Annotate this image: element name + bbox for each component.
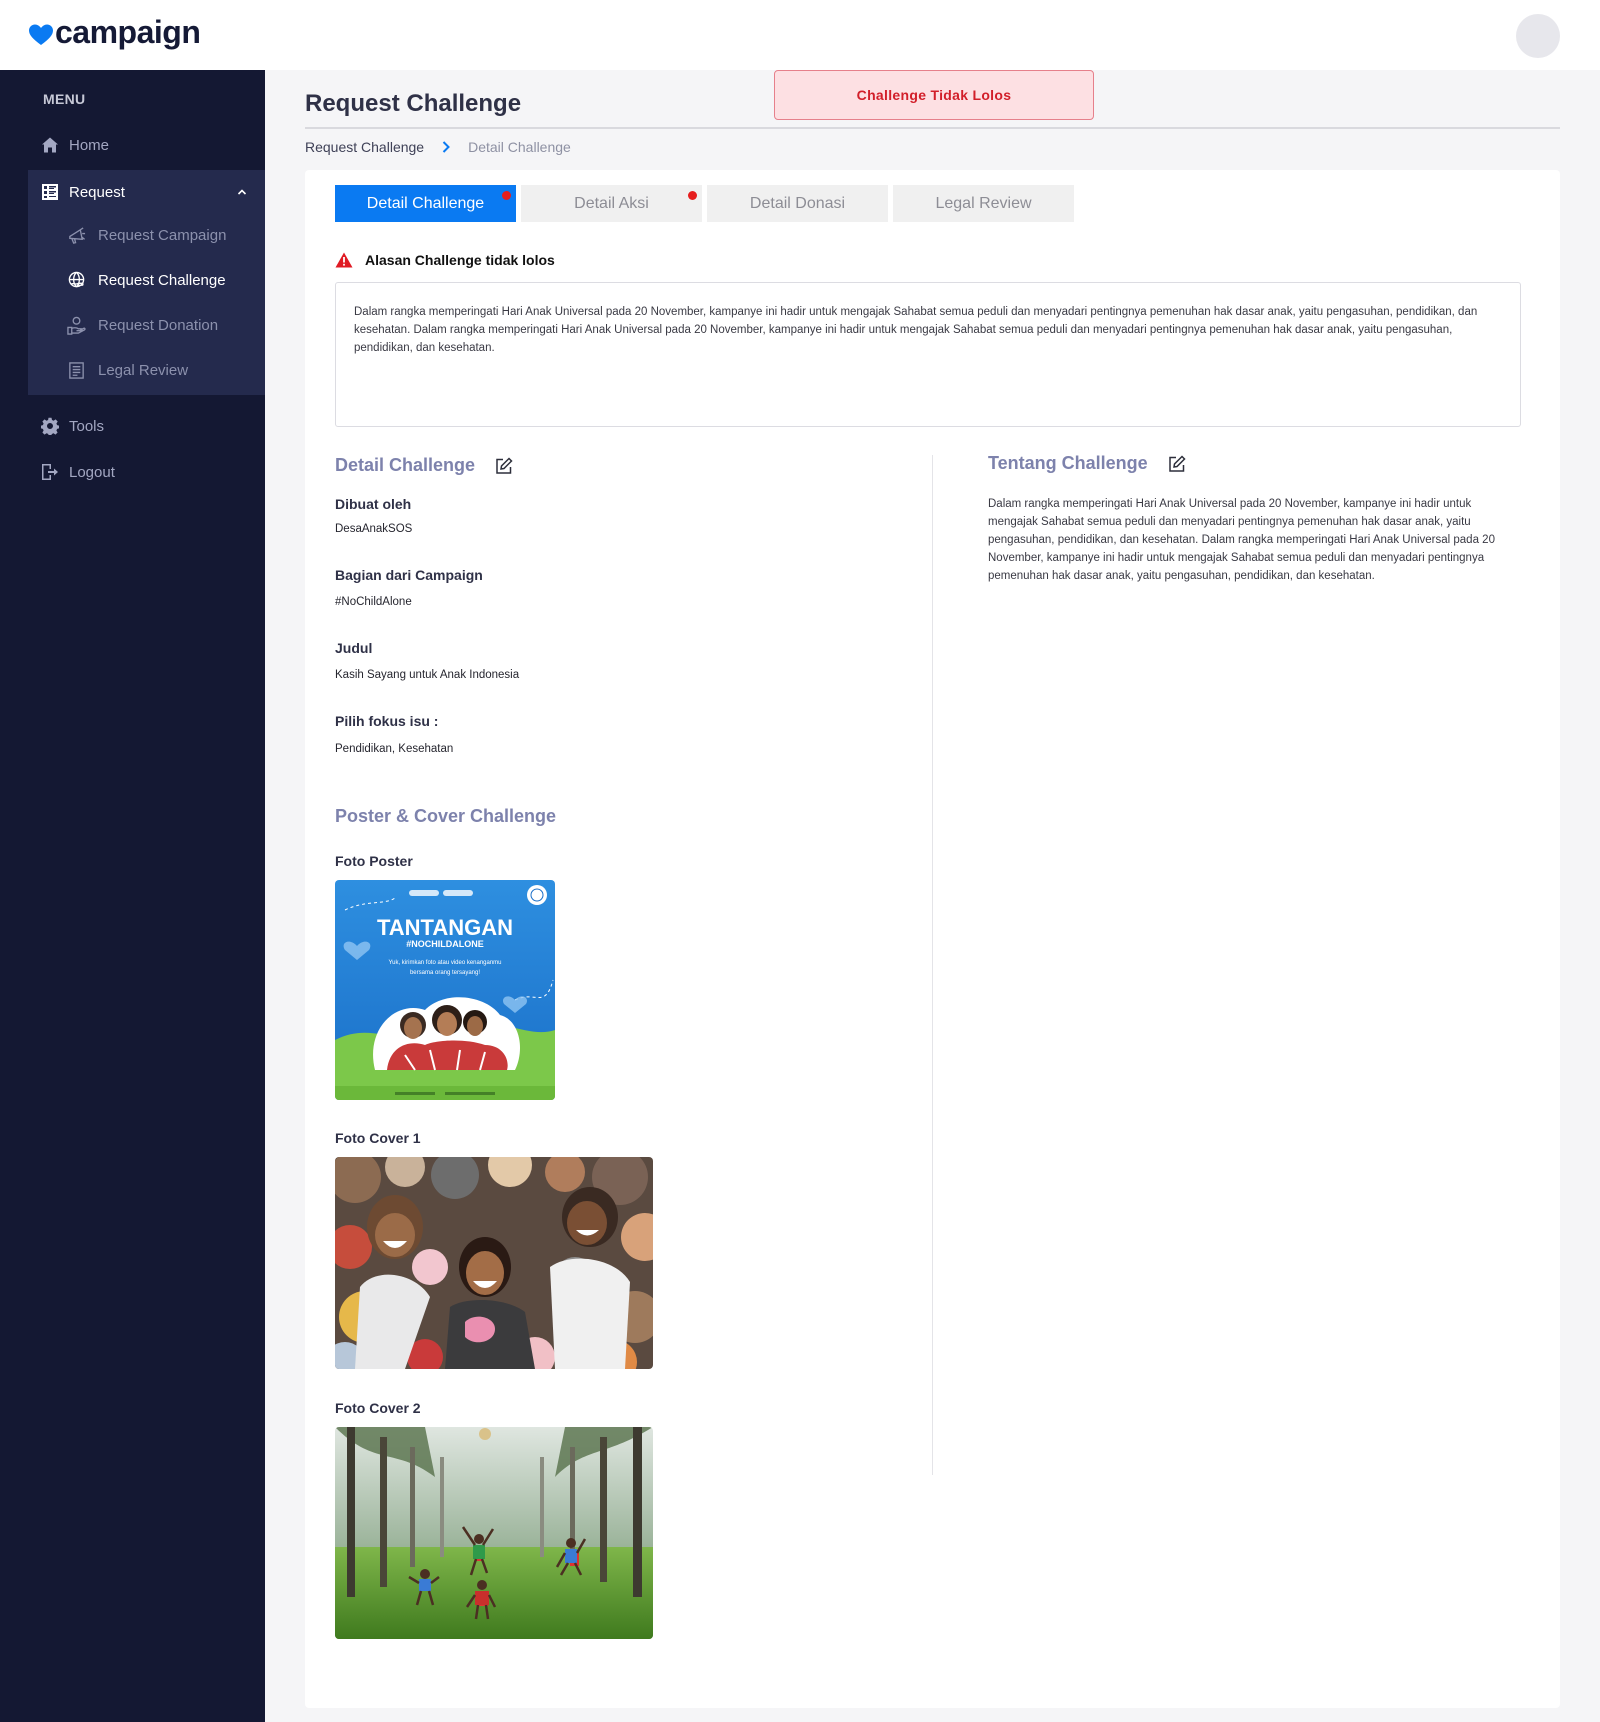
tab-label: Detail Challenge [366, 194, 485, 212]
sidebar-item-request[interactable]: Request [28, 170, 265, 214]
column-divider [932, 455, 933, 1475]
breadcrumb-item-detail-challenge: Detail Challenge [468, 139, 571, 155]
globe-hand-icon [66, 270, 86, 290]
chevron-up-icon[interactable] [237, 187, 247, 197]
tab-label: Legal Review [935, 194, 1032, 212]
field-label-dibuat-oleh: Dibuat oleh [335, 496, 412, 512]
detail-section-title: Detail Challenge [335, 455, 895, 476]
campaign-logo[interactable]: campaign [29, 14, 201, 51]
section-title-text: Detail Challenge [335, 455, 476, 475]
tab-label: Detail Donasi [749, 194, 846, 212]
field-label-judul: Judul [335, 640, 373, 656]
media-section-title: Poster & Cover Challenge [335, 806, 556, 827]
rejection-title-text: Alasan Challenge tidak lolos [365, 252, 555, 268]
cover1-image[interactable] [335, 1157, 653, 1369]
sidebar-item-label: Home [69, 136, 110, 154]
field-value-fokus-isu: Pendidikan, Kesehatan [335, 743, 454, 755]
sidebar-item-label: Request [69, 183, 125, 201]
edit-icon[interactable] [1168, 454, 1186, 473]
sidebar-item-request-challenge[interactable]: Request Challenge [28, 260, 265, 300]
breadcrumb-item-request-challenge[interactable]: Request Challenge [305, 139, 424, 155]
field-value-bagian-campaign: #NoChildAlone [335, 596, 412, 608]
tab-detail-aksi[interactable]: Detail Aksi [521, 185, 702, 222]
top-bar: campaign [0, 0, 1600, 70]
sidebar-item-label: Request Donation [98, 316, 219, 334]
sidebar-item-label: Logout [69, 463, 115, 481]
status-badge: Challenge Tidak Lolos [774, 70, 1094, 120]
donation-hand-icon [66, 315, 86, 335]
sidebar-item-request-donation[interactable]: Request Donation [28, 305, 265, 345]
sidebar-item-label: Tools [69, 417, 105, 435]
content-card: Detail Challenge Detail Aksi Detail Dona… [305, 170, 1560, 1708]
logo-text: campaign [55, 14, 201, 50]
sidebar-item-label: Legal Review [98, 361, 189, 379]
field-label-bagian-campaign: Bagian dari Campaign [335, 567, 483, 583]
tab-label: Detail Aksi [574, 194, 649, 212]
poster-label: Foto Poster [335, 853, 413, 869]
title-divider [305, 127, 1560, 129]
heart-logo-icon [29, 24, 53, 45]
detail-column: Detail Challenge Dibuat oleh DesaAnakSOS… [335, 455, 895, 1639]
notification-dot [502, 191, 511, 200]
cover2-label: Foto Cover 2 [335, 1400, 421, 1416]
poster-subtitle-1: Yuk, kirimkan foto atau video kenanganmu [388, 960, 501, 966]
sidebar-item-tools[interactable]: Tools [0, 404, 265, 448]
logout-icon [41, 463, 59, 481]
field-value-dibuat-oleh: DesaAnakSOS [335, 523, 413, 535]
sidebar-item-logout[interactable]: Logout [0, 450, 265, 494]
cover2-image[interactable] [335, 1427, 653, 1639]
document-lines-icon [66, 360, 86, 380]
breadcrumb: Request Challenge Detail Challenge [305, 137, 571, 157]
chevron-right-icon [442, 141, 451, 153]
sidebar-group-request: Request Request Campaign Request Challen… [28, 170, 265, 395]
sidebar-item-request-campaign[interactable]: Request Campaign [28, 215, 265, 255]
rejection-reason-text: Dalam rangka memperingati Hari Anak Univ… [335, 282, 1521, 427]
sidebar-item-legal-review[interactable]: Legal Review [28, 350, 265, 390]
sidebar-item-label: Request Campaign [98, 226, 227, 244]
tab-bar: Detail Challenge Detail Aksi Detail Dona… [335, 185, 1079, 222]
document-grid-icon [41, 183, 59, 201]
cover1-label: Foto Cover 1 [335, 1130, 421, 1146]
sidebar-item-home[interactable]: Home [0, 123, 265, 167]
poster-image[interactable]: TANTANGAN #NOCHILDALONE Yuk, kirimkan fo… [335, 880, 555, 1100]
about-text: Dalam rangka memperingati Hari Anak Univ… [988, 498, 1495, 582]
megaphone-icon [66, 225, 86, 245]
field-label-fokus-isu: Pilih fokus isu : [335, 713, 439, 729]
about-column: Tentang Challenge Dalam rangka mempering… [988, 453, 1523, 585]
warning-icon [335, 252, 353, 268]
poster-heading-text: TANTANGAN [377, 915, 513, 940]
section-title-text: Poster & Cover Challenge [335, 806, 557, 826]
tab-detail-challenge[interactable]: Detail Challenge [335, 185, 516, 222]
tab-legal-review[interactable]: Legal Review [893, 185, 1074, 222]
home-icon [41, 136, 59, 154]
notification-dot [688, 191, 697, 200]
sidebar-item-label: Request Challenge [98, 271, 226, 289]
page-title: Request Challenge [305, 90, 522, 117]
tab-detail-donasi[interactable]: Detail Donasi [707, 185, 888, 222]
sidebar: MENU Home Request Request Campaign Reque… [0, 70, 265, 1722]
poster-tag-text: #NOCHILDALONE [406, 939, 484, 949]
gear-icon [41, 417, 59, 435]
menu-title: MENU [43, 91, 86, 107]
edit-icon[interactable] [495, 456, 513, 475]
rejection-title: Alasan Challenge tidak lolos [335, 252, 555, 268]
section-title-text: Tentang Challenge [988, 453, 1148, 473]
about-section-title: Tentang Challenge [988, 453, 1523, 474]
field-value-judul: Kasih Sayang untuk Anak Indonesia [335, 669, 520, 681]
poster-subtitle-2: bersama orang tersayang! [410, 970, 480, 976]
user-avatar[interactable] [1516, 14, 1560, 58]
